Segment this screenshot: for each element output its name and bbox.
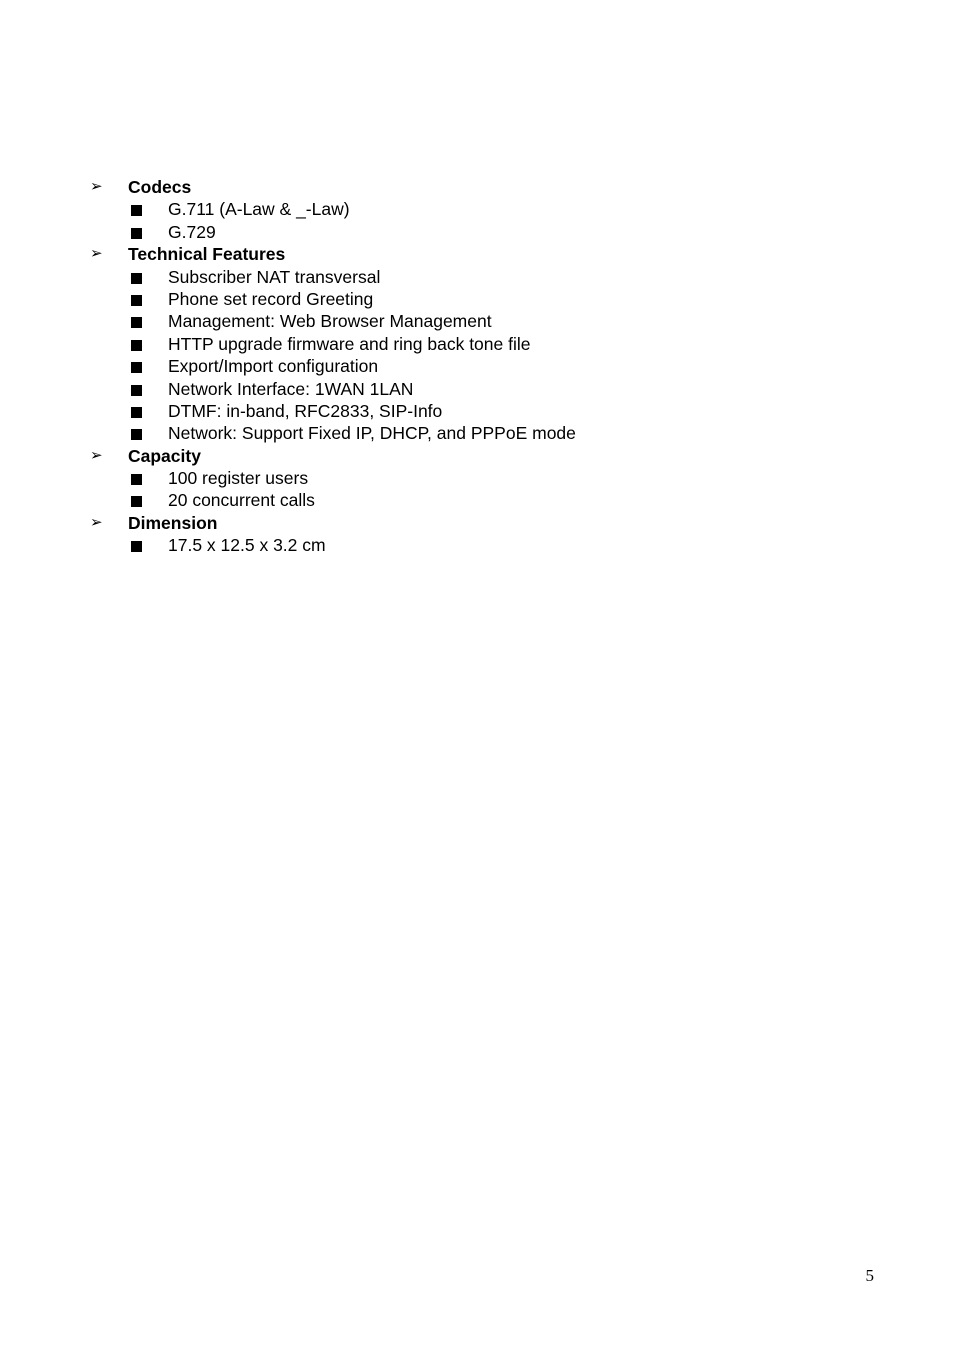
spec-item-label: Network Interface: 1WAN 1LAN [168, 378, 414, 399]
spec-item: Phone set record Greeting [88, 288, 888, 310]
spec-item: G.729 [88, 221, 888, 243]
section-heading: ➢ Capacity [88, 445, 888, 467]
section-heading: ➢ Technical Features [88, 243, 888, 265]
square-bullet-icon [131, 429, 142, 441]
section-items: 100 register users 20 concurrent calls [88, 467, 888, 512]
spec-item: G.711 (A-Law & _-Law) [88, 198, 888, 220]
square-bullet-icon [131, 227, 142, 239]
spec-item-label: HTTP upgrade firmware and ring back tone… [168, 333, 531, 354]
square-bullet-icon [131, 272, 142, 284]
section-heading-label: Dimension [128, 512, 218, 533]
section-heading: ➢ Codecs [88, 176, 888, 198]
square-bullet-icon [131, 339, 142, 351]
spec-item: HTTP upgrade firmware and ring back tone… [88, 333, 888, 355]
spec-item-label: G.729 [168, 221, 216, 242]
spec-item: Subscriber NAT transversal [88, 266, 888, 288]
spec-group: ➢ Technical Features Subscriber NAT transv… [88, 243, 888, 445]
square-bullet-icon [131, 317, 142, 329]
spec-item-label: Subscriber NAT transversal [168, 266, 381, 287]
section-items: G.711 (A-Law & _-Law) G.729 [88, 198, 888, 243]
square-bullet-icon [131, 384, 142, 396]
square-bullet-icon [131, 406, 142, 418]
spec-item-label: Export/Import configuration [168, 356, 379, 377]
square-bullet-icon [131, 294, 142, 306]
spec-item-label: DTMF: in-band, RFC2833, SIP-Info [168, 400, 443, 421]
section-items: 17.5 x 12.5 x 3.2 cm [88, 534, 888, 556]
page-number: 5 [865, 1266, 875, 1285]
document-page: ➢ Codecs G.711 (A-Law & _-Law) G.729 ➢ Techni… [0, 0, 954, 1351]
arrowhead-bullet-icon: ➢ [90, 178, 103, 195]
spec-item: 20 concurrent calls [88, 489, 888, 511]
section-heading-label: Technical Features [128, 244, 286, 265]
spec-item-label: G.711 (A-Law & _-Law) [168, 199, 350, 220]
square-bullet-icon [131, 474, 142, 486]
spec-item: 100 register users [88, 467, 888, 489]
arrowhead-bullet-icon: ➢ [90, 446, 103, 464]
spec-item-label: Network: Support Fixed IP, DHCP, and PPP… [168, 423, 576, 444]
spec-item: 17.5 x 12.5 x 3.2 cm [88, 534, 888, 556]
square-bullet-icon [131, 362, 142, 374]
square-bullet-icon [131, 205, 142, 217]
spec-item: Network: Support Fixed IP, DHCP, and PPP… [88, 422, 888, 444]
square-bullet-icon [131, 541, 142, 553]
spec-item: Network Interface: 1WAN 1LAN [88, 378, 888, 400]
spec-item-label: Management: Web Browser Management [168, 311, 492, 332]
section-items: Subscriber NAT transversal Phone set reco… [88, 266, 888, 445]
arrowhead-bullet-icon: ➢ [90, 245, 103, 263]
spec-item: Export/Import configuration [88, 355, 888, 377]
square-bullet-icon [131, 496, 142, 508]
arrowhead-bullet-icon: ➢ [90, 513, 103, 531]
spec-item: Management: Web Browser Management [88, 310, 888, 332]
spec-item-label: Phone set record Greeting [168, 288, 374, 309]
spec-group: ➢ Dimension 17.5 x 12.5 x 3.2 cm [88, 512, 888, 557]
section-heading: ➢ Dimension [88, 512, 888, 534]
section-heading-label: Codecs [128, 177, 192, 197]
spec-item-label: 100 register users [168, 468, 309, 489]
spec-item: DTMF: in-band, RFC2833, SIP-Info [88, 400, 888, 422]
specifications-content: ➢ Codecs G.711 (A-Law & _-Law) G.729 ➢ Techni… [88, 176, 888, 557]
spec-group: ➢ Capacity 100 register users 20 concurrent… [88, 445, 888, 512]
spec-item-label: 17.5 x 12.5 x 3.2 cm [168, 535, 326, 556]
specification-list: ➢ Codecs G.711 (A-Law & _-Law) G.729 ➢ Techni… [88, 176, 888, 557]
section-heading-label: Capacity [128, 445, 201, 466]
spec-item-label: 20 concurrent calls [168, 490, 315, 511]
spec-group: ➢ Codecs G.711 (A-Law & _-Law) G.729 [88, 176, 888, 243]
